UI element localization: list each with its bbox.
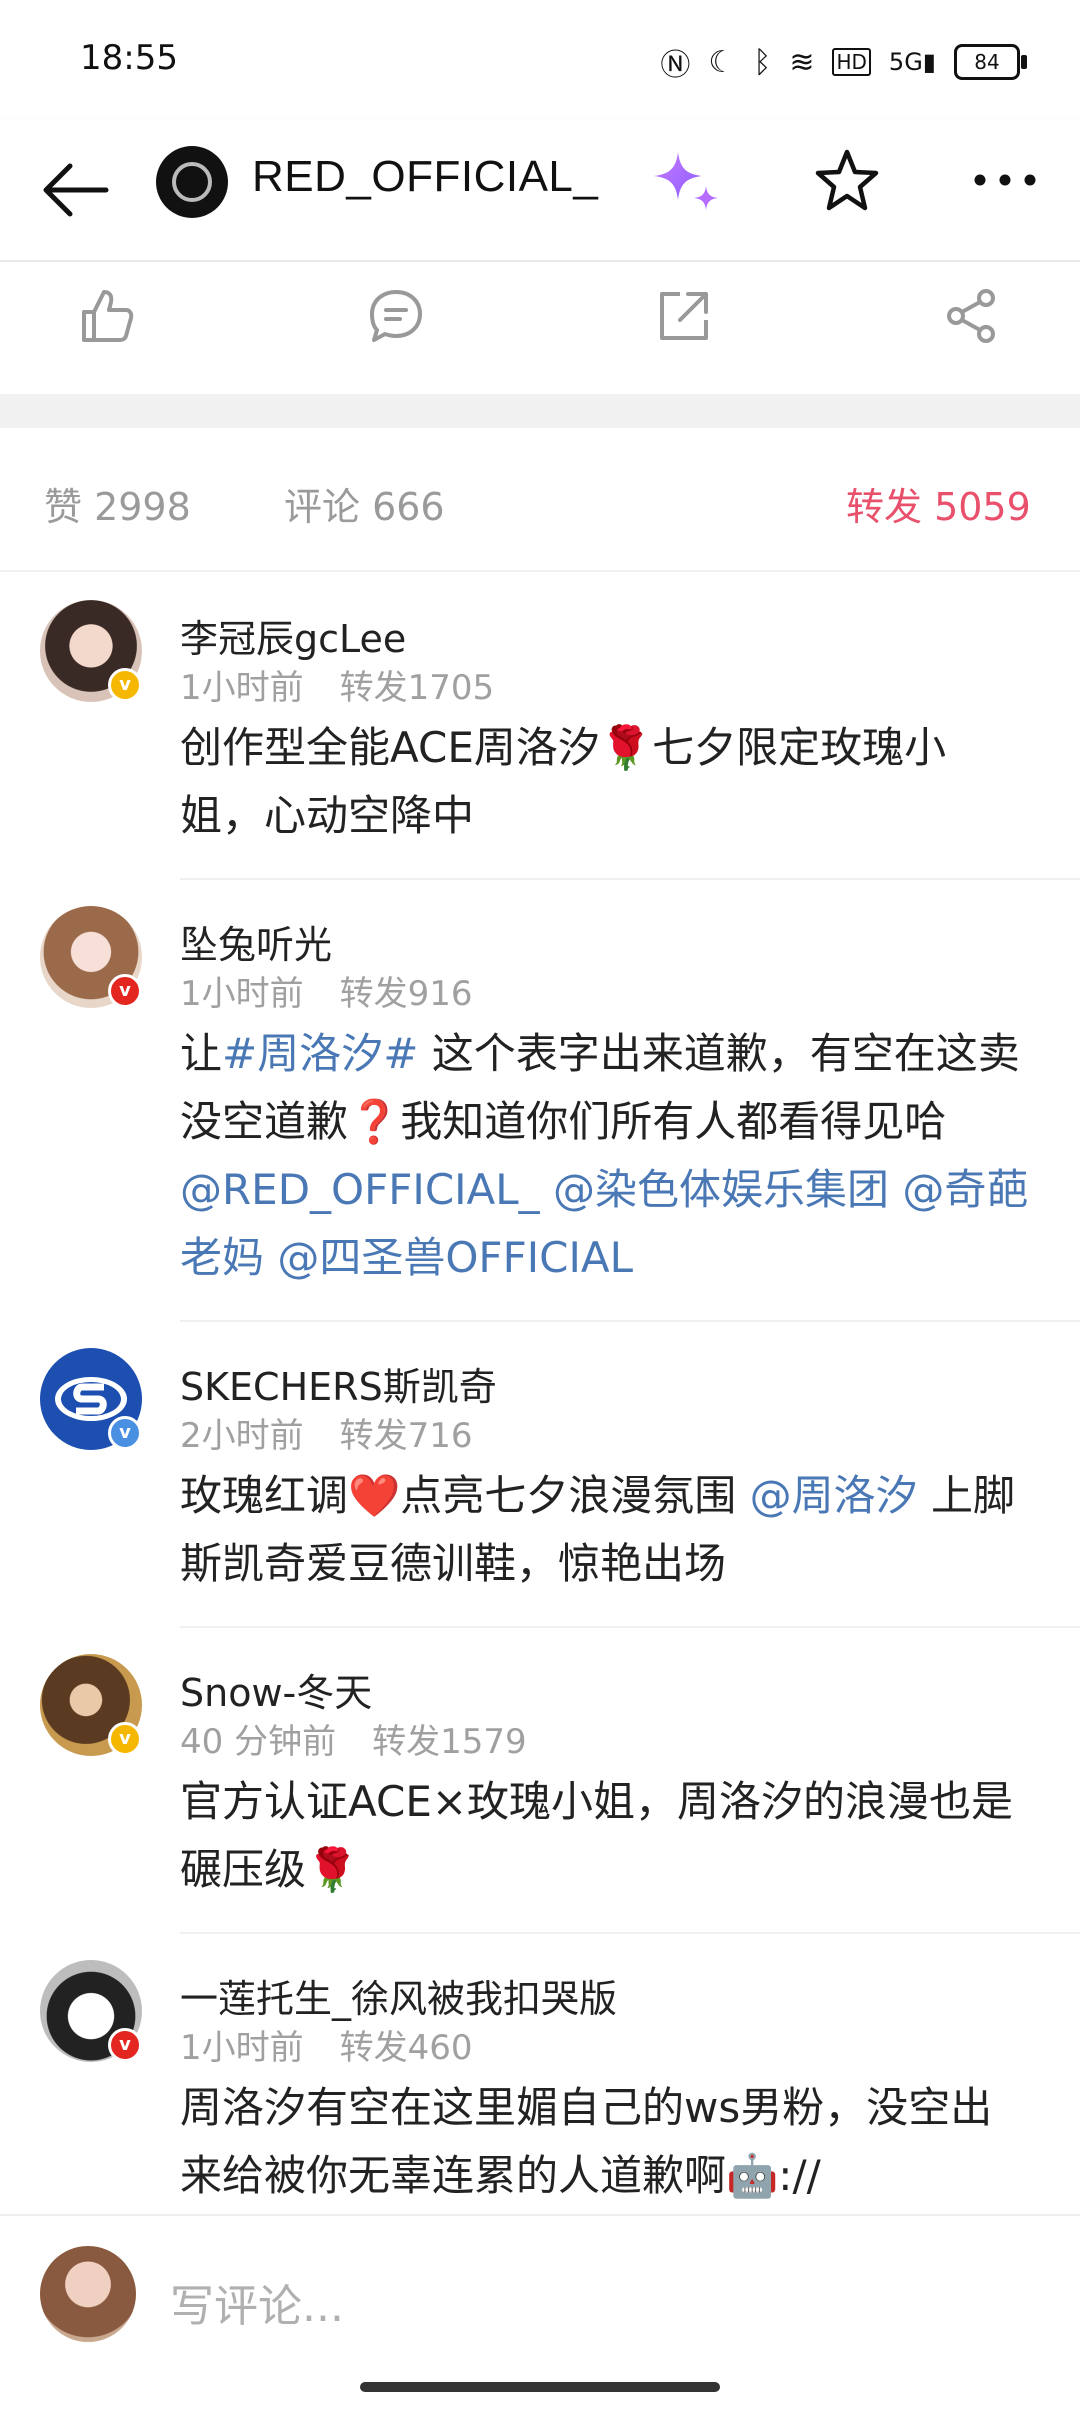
- verified-badge-icon: v: [108, 668, 142, 702]
- user-name[interactable]: 坠兔听光: [180, 914, 332, 969]
- status-bar: 18:55 Ⓝ ☾ ᛒ ≋ HD 5G▮ 84: [0, 0, 1080, 120]
- back-arrow-icon[interactable]: [40, 158, 110, 222]
- list-item[interactable]: v 坠兔听光 1小时前 转发916 让#周洛汐# 这个表字出来道歉，有空在这卖没空…: [0, 878, 1080, 1322]
- mention-link[interactable]: @RED_OFFICIAL_: [180, 1165, 540, 1214]
- post-stats: 赞 2998 评论 666 转发 5059: [0, 428, 1080, 572]
- repost-count: 转发916: [339, 974, 473, 1014]
- bluetooth-icon: ᛒ: [753, 44, 772, 80]
- my-avatar: [40, 2246, 136, 2342]
- thumbs-up-icon[interactable]: [76, 286, 136, 346]
- nfc-icon: Ⓝ: [660, 48, 691, 83]
- repost-count: 转发1579: [372, 1722, 527, 1762]
- account-avatar[interactable]: [156, 146, 228, 218]
- comment-text: 周洛汐有空在这里媚自己的ws男粉，没空出来给被你无辜连累的人道歉啊🤖://: [180, 2083, 993, 2200]
- status-icons: Ⓝ ☾ ᛒ ≋ HD 5G▮ 84: [660, 40, 1027, 84]
- comment-meta: 1小时前 转发916: [180, 966, 509, 1015]
- repost-count: 转发716: [339, 1416, 473, 1456]
- hd-icon: HD: [832, 48, 871, 76]
- external-share-icon[interactable]: [654, 286, 714, 346]
- repost-count: 转发460: [339, 2028, 473, 2068]
- list-item[interactable]: v 一莲托生_徐风被我扣哭版 1小时前 转发460 周洛汐有空在这里媚自己的ws男…: [0, 1932, 1080, 2214]
- comment-icon[interactable]: [366, 286, 426, 346]
- comment-meta: 1小时前 转发1705: [180, 660, 530, 709]
- post-action-bar: [0, 262, 1080, 392]
- sparkle-icon[interactable]: [652, 148, 722, 218]
- comment-meta: 40 分钟前 转发1579: [180, 1714, 563, 1763]
- mention-link[interactable]: @四圣兽OFFICIAL: [264, 1233, 633, 1282]
- verified-badge-icon: v: [108, 2028, 142, 2062]
- comment-text: 让#周洛汐# 这个表字出来道歉，有空在这卖没空道歉❓我知道你们所有人都看得见哈@…: [180, 1020, 1030, 1292]
- text-part: 让: [180, 1029, 223, 1078]
- comment-time: 40 分钟前: [180, 1722, 337, 1762]
- moon-icon: ☾: [708, 44, 736, 80]
- user-name[interactable]: Snow-冬天: [180, 1662, 372, 1717]
- comment-text: 玫瑰红调❤️点亮七夕浪漫氛围 @周洛汐 上脚斯凯奇爱豆德训鞋，惊艳出场: [180, 1462, 1030, 1598]
- user-name[interactable]: 一莲托生_徐风被我扣哭版: [180, 1968, 617, 2023]
- tab-likes[interactable]: 赞 2998: [44, 476, 191, 531]
- list-item[interactable]: v 李冠辰gcLee 1小时前 转发1705 创作型全能ACE周洛汐🌹七夕限定玫瑰…: [0, 572, 1080, 880]
- share-icon[interactable]: [942, 286, 1002, 346]
- comment-time: 1小时前: [180, 2028, 304, 2068]
- user-name[interactable]: SKECHERS斯凯奇: [180, 1356, 497, 1411]
- comment-input[interactable]: 写评论...: [170, 2270, 344, 2334]
- home-indicator[interactable]: [360, 2382, 720, 2392]
- mention-link[interactable]: @周洛汐: [750, 1471, 918, 1520]
- comment-meta: 2小时前 转发716: [180, 1408, 509, 1457]
- text-part: 玫瑰红调❤️点亮七夕浪漫氛围: [180, 1471, 750, 1520]
- status-time: 18:55: [80, 38, 178, 78]
- comment-time: 1小时前: [180, 668, 304, 708]
- comment-meta: 1小时前 转发460: [180, 2020, 509, 2069]
- list-item[interactable]: v SKECHERS斯凯奇 2小时前 转发716 玫瑰红调❤️点亮七夕浪漫氛围 @…: [0, 1320, 1080, 1628]
- comment-time: 1小时前: [180, 974, 304, 1014]
- star-icon[interactable]: [812, 146, 882, 216]
- hashtag-link[interactable]: #周洛汐#: [222, 1029, 418, 1078]
- list-item[interactable]: v Snow-冬天 40 分钟前 转发1579 官方认证ACE×玫瑰小姐，周洛汐的…: [0, 1626, 1080, 1934]
- verified-badge-icon: v: [108, 1722, 142, 1756]
- battery-icon: 84: [954, 44, 1027, 80]
- top-bar: RED_OFFICIAL_: [0, 120, 1080, 262]
- mention-link[interactable]: @染色体娱乐集团: [540, 1165, 889, 1214]
- verified-badge-icon: v: [108, 1416, 142, 1450]
- user-name[interactable]: 李冠辰gcLee: [180, 608, 406, 663]
- tab-comments[interactable]: 评论 666: [284, 476, 445, 531]
- wifi-icon: ≋: [789, 44, 815, 80]
- tab-reposts[interactable]: 转发 5059: [846, 476, 1031, 531]
- repost-list: v 李冠辰gcLee 1小时前 转发1705 创作型全能ACE周洛汐🌹七夕限定玫瑰…: [0, 572, 1080, 2214]
- account-name[interactable]: RED_OFFICIAL_: [252, 152, 598, 202]
- signal-icon: 5G▮: [888, 48, 936, 76]
- more-icon[interactable]: [970, 150, 1040, 210]
- comment-time: 2小时前: [180, 1416, 304, 1456]
- comment-composer[interactable]: 写评论...: [0, 2214, 1080, 2386]
- comment-text: 官方认证ACE×玫瑰小姐，周洛汐的浪漫也是碾压级🌹: [180, 1777, 1014, 1894]
- verified-badge-icon: v: [108, 974, 142, 1008]
- section-divider: [0, 394, 1080, 428]
- repost-count: 转发1705: [339, 668, 495, 708]
- comment-text: 创作型全能ACE周洛汐🌹七夕限定玫瑰小姐，心动空降中: [180, 723, 947, 840]
